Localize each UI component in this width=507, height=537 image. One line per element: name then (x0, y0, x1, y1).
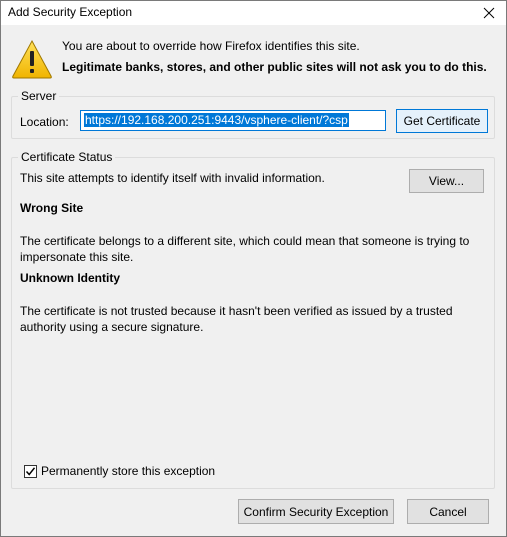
close-icon (483, 7, 495, 19)
get-certificate-button[interactable]: Get Certificate (396, 109, 488, 133)
certificate-status-group: Certificate Status This site attempts to… (11, 150, 495, 489)
server-group: Server Location: https://192.168.200.251… (11, 89, 495, 139)
location-value: https://192.168.200.251:9443/vsphere-cli… (84, 113, 349, 127)
unknown-identity-text: The certificate is not trusted because i… (20, 304, 453, 334)
permanent-store-checkbox[interactable] (24, 464, 37, 478)
security-exception-dialog: Add Security Exception You are about to … (0, 0, 507, 537)
window-title: Add Security Exception (8, 5, 133, 19)
unknown-identity-title: Unknown Identity (20, 271, 120, 285)
status-intro: This site attempts to identify itself wi… (20, 171, 325, 185)
wrong-site-text: The certificate belongs to a different s… (20, 234, 470, 264)
view-button[interactable]: View... (409, 169, 484, 193)
location-label: Location: (20, 115, 69, 129)
title-bar: Add Security Exception (1, 1, 506, 25)
legitimacy-warning: Legitimate banks, stores, and other publ… (62, 60, 487, 74)
confirm-security-exception-button[interactable]: Confirm Security Exception (238, 499, 394, 524)
permanent-store-option[interactable]: Permanently store this exception (24, 464, 215, 478)
cancel-button[interactable]: Cancel (407, 499, 489, 524)
close-button[interactable] (472, 1, 506, 25)
server-legend: Server (18, 89, 60, 103)
warning-triangle-icon (12, 39, 52, 79)
permanent-store-label: Permanently store this exception (41, 464, 216, 478)
wrong-site-title: Wrong Site (20, 201, 84, 215)
checkmark-icon (25, 466, 36, 476)
certificate-status-legend: Certificate Status (18, 150, 116, 164)
override-message: You are about to override how Firefox id… (62, 39, 360, 53)
location-input[interactable]: https://192.168.200.251:9443/vsphere-cli… (80, 110, 386, 131)
